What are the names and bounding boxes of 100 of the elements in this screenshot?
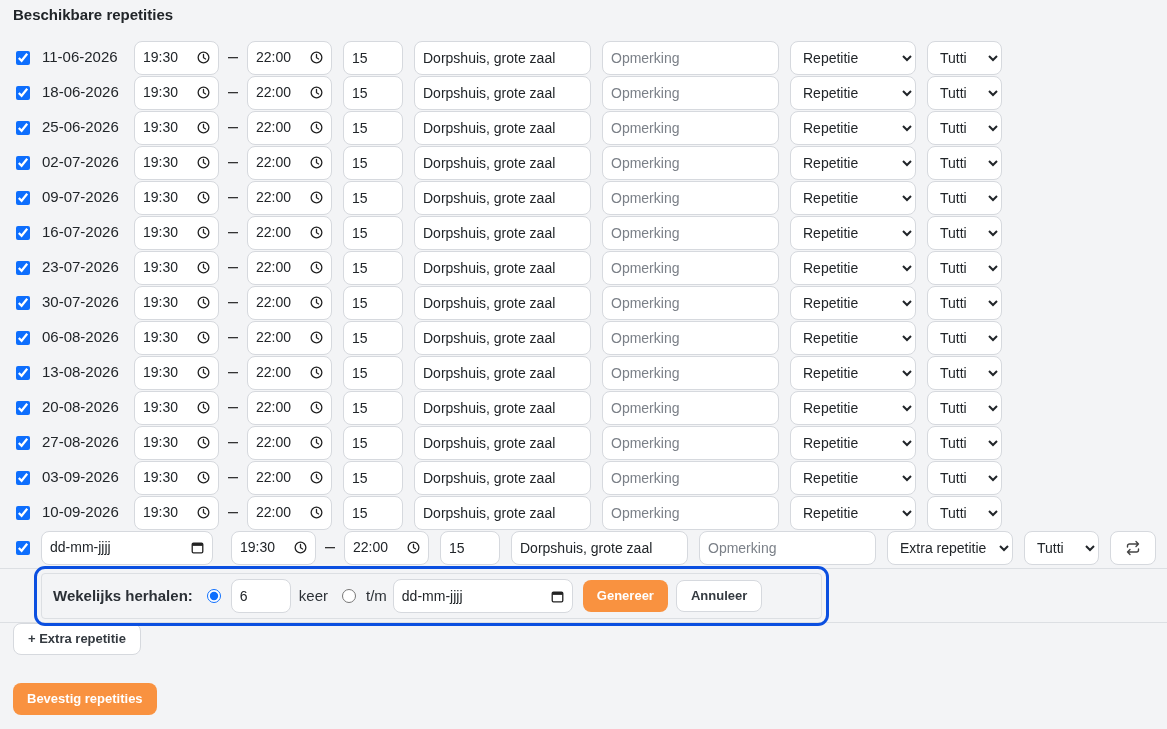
type-select[interactable]: Repetitie [790, 495, 916, 530]
group-select[interactable]: Tutti [927, 355, 1002, 390]
remark-field[interactable]: Opmerking [699, 530, 876, 565]
time-field[interactable]: 22:00 [247, 215, 332, 250]
time-field[interactable]: 22:00 [247, 40, 332, 75]
repeat-button[interactable] [1110, 530, 1156, 565]
time-field[interactable]: 19:30 [134, 110, 219, 145]
time-field[interactable]: 22:00 [247, 285, 332, 320]
location-field[interactable]: Dorpshuis, grote zaal [414, 460, 591, 495]
type-select[interactable]: Repetitie [790, 460, 916, 495]
count-field[interactable]: 15 [343, 75, 403, 110]
count-field[interactable]: 6 [230, 579, 291, 613]
remark-field[interactable]: Opmerking [602, 250, 779, 285]
remark-field[interactable]: Opmerking [602, 40, 779, 75]
count-field[interactable]: 15 [343, 285, 403, 320]
location-field[interactable]: Dorpshuis, grote zaal [414, 425, 591, 460]
group-select[interactable]: Tutti [927, 495, 1002, 530]
checkbox[interactable] [16, 85, 30, 100]
time-field[interactable]: 22:00 [247, 495, 332, 530]
remark-field[interactable]: Opmerking [602, 145, 779, 180]
count-field[interactable]: 15 [343, 215, 403, 250]
group-select[interactable]: Tutti [927, 40, 1002, 75]
time-field[interactable]: 19:30 [134, 75, 219, 110]
cancel-button[interactable]: Annuleer [675, 580, 763, 612]
remark-field[interactable]: Opmerking [602, 390, 779, 425]
location-field[interactable]: Dorpshuis, grote zaal [414, 285, 591, 320]
count-field[interactable]: 15 [343, 40, 403, 75]
time-field[interactable]: 19:30 [134, 145, 219, 180]
remark-field[interactable]: Opmerking [602, 75, 779, 110]
remark-field[interactable]: Opmerking [602, 425, 779, 460]
time-field[interactable]: 19:30 [134, 460, 219, 495]
type-select[interactable]: Repetitie [790, 425, 916, 460]
remark-field[interactable]: Opmerking [602, 180, 779, 215]
remark-field[interactable]: Opmerking [602, 320, 779, 355]
time-field[interactable]: 22:00 [247, 320, 332, 355]
location-field[interactable]: Dorpshuis, grote zaal [414, 75, 591, 110]
type-select[interactable]: Extra repetitie [887, 530, 1013, 565]
time-field[interactable]: 22:00 [247, 145, 332, 180]
time-field[interactable]: 19:30 [134, 180, 219, 215]
checkbox[interactable] [16, 295, 30, 310]
radio-button[interactable] [342, 589, 356, 603]
group-select[interactable]: Tutti [1024, 530, 1099, 565]
count-field[interactable]: 15 [343, 320, 403, 355]
time-field[interactable]: 19:30 [134, 320, 219, 355]
time-field[interactable]: 19:30 [134, 215, 219, 250]
group-select[interactable]: Tutti [927, 460, 1002, 495]
location-field[interactable]: Dorpshuis, grote zaal [414, 180, 591, 215]
count-field[interactable]: 15 [440, 530, 500, 565]
time-field[interactable]: 22:00 [247, 110, 332, 145]
group-select[interactable]: Tutti [927, 110, 1002, 145]
type-select[interactable]: Repetitie [790, 285, 916, 320]
checkbox[interactable] [16, 470, 30, 485]
location-field[interactable]: Dorpshuis, grote zaal [511, 530, 688, 565]
location-field[interactable]: Dorpshuis, grote zaal [414, 215, 591, 250]
checkbox[interactable] [16, 540, 30, 555]
location-field[interactable]: Dorpshuis, grote zaal [414, 320, 591, 355]
location-field[interactable]: Dorpshuis, grote zaal [414, 40, 591, 75]
time-field[interactable]: 19:30 [134, 355, 219, 390]
checkbox[interactable] [16, 50, 30, 65]
time-field[interactable]: 19:30 [134, 250, 219, 285]
type-select[interactable]: Repetitie [790, 40, 916, 75]
group-select[interactable]: Tutti [927, 425, 1002, 460]
checkbox[interactable] [16, 330, 30, 345]
type-select[interactable]: Repetitie [790, 180, 916, 215]
count-field[interactable]: 15 [343, 425, 403, 460]
group-select[interactable]: Tutti [927, 250, 1002, 285]
date-field[interactable]: dd-mm-jjjj [41, 530, 213, 565]
checkbox[interactable] [16, 260, 30, 275]
location-field[interactable]: Dorpshuis, grote zaal [414, 355, 591, 390]
count-field[interactable]: 15 [343, 390, 403, 425]
group-select[interactable]: Tutti [927, 215, 1002, 250]
remark-field[interactable]: Opmerking [602, 355, 779, 390]
type-select[interactable]: Repetitie [790, 215, 916, 250]
time-field[interactable]: 22:00 [247, 425, 332, 460]
time-field[interactable]: 22:00 [247, 75, 332, 110]
type-select[interactable]: Repetitie [790, 75, 916, 110]
remark-field[interactable]: Opmerking [602, 460, 779, 495]
checkbox[interactable] [16, 400, 30, 415]
type-select[interactable]: Repetitie [790, 320, 916, 355]
count-field[interactable]: 15 [343, 355, 403, 390]
count-field[interactable]: 15 [343, 180, 403, 215]
checkbox[interactable] [16, 155, 30, 170]
remark-field[interactable]: Opmerking [602, 110, 779, 145]
count-field[interactable]: 15 [343, 145, 403, 180]
time-field[interactable]: 22:00 [247, 355, 332, 390]
remark-field[interactable]: Opmerking [602, 495, 779, 530]
time-field[interactable]: 19:30 [231, 530, 316, 565]
location-field[interactable]: Dorpshuis, grote zaal [414, 110, 591, 145]
time-field[interactable]: 22:00 [247, 250, 332, 285]
location-field[interactable]: Dorpshuis, grote zaal [414, 495, 591, 530]
group-select[interactable]: Tutti [927, 285, 1002, 320]
remark-field[interactable]: Opmerking [602, 285, 779, 320]
add-button[interactable]: + Extra repetitie [13, 623, 141, 655]
time-field[interactable]: 22:00 [247, 460, 332, 495]
radio-button[interactable] [206, 589, 221, 603]
checkbox[interactable] [16, 120, 30, 135]
count-field[interactable]: 15 [343, 495, 403, 530]
time-field[interactable]: 22:00 [344, 530, 429, 565]
group-select[interactable]: Tutti [927, 390, 1002, 425]
checkbox[interactable] [16, 225, 30, 240]
